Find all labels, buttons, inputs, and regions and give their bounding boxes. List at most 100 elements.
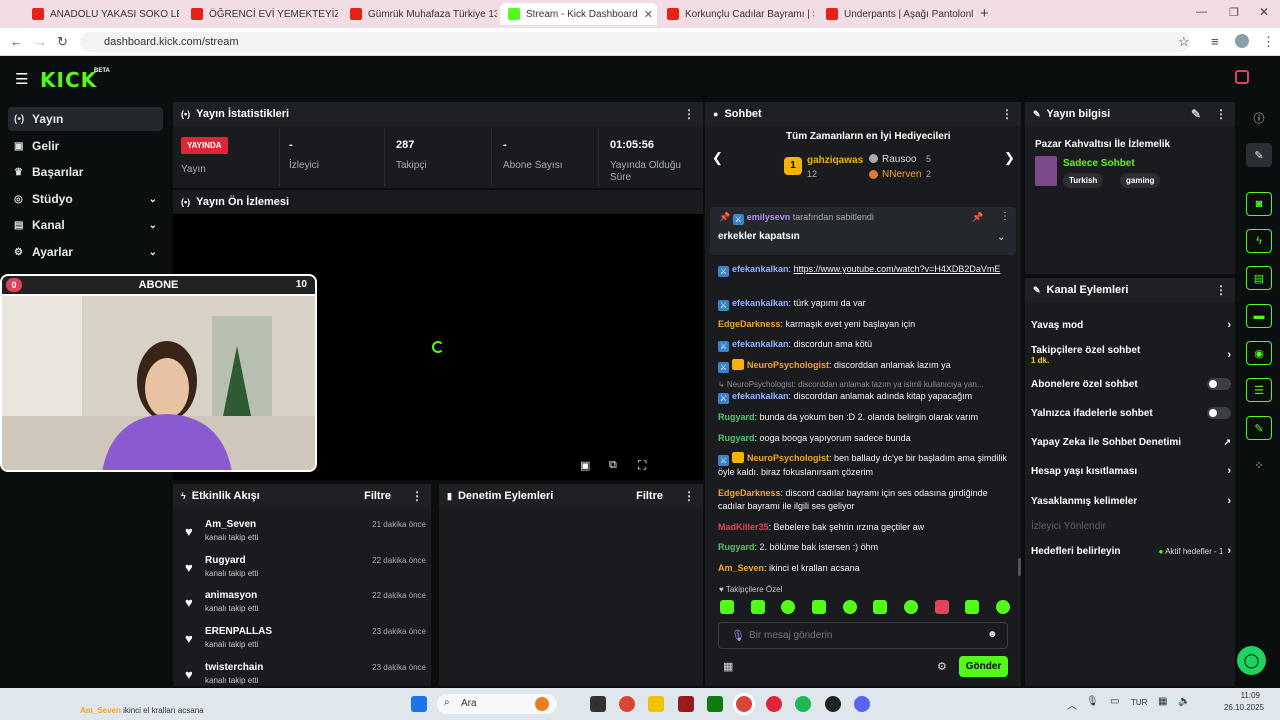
chat-input[interactable]	[749, 627, 979, 644]
browser-menu-icon[interactable]: ⋮	[1262, 34, 1275, 50]
gift-icon[interactable]: ▦	[723, 660, 733, 673]
windows-start-icon[interactable]	[411, 696, 427, 712]
chat-username[interactable]: Rugyard	[718, 433, 755, 443]
pencil-icon[interactable]: ✎	[1246, 143, 1272, 167]
gifter-name[interactable]: NNerven	[882, 169, 921, 180]
action-goals[interactable]: Hedefleri belirleyin ● Aktif hedefler - 1…	[1031, 541, 1231, 561]
emote-icon[interactable]	[781, 600, 796, 614]
browser-tab[interactable]: ÖĞRENCİ EVİ YEMEKTEYİZ 3. Bö✕	[183, 3, 338, 25]
steam-icon[interactable]	[825, 696, 841, 712]
chat-username[interactable]: EdgeDarkness	[718, 319, 781, 329]
help-chat-button[interactable]: ◯	[1237, 646, 1266, 675]
hamburger-menu-icon[interactable]: ☰	[15, 70, 28, 88]
edit-icon[interactable]: ✎	[1191, 107, 1201, 121]
chat-username[interactable]: efekankalkan	[732, 391, 789, 401]
back-icon[interactable]: ←	[10, 34, 23, 49]
new-tab-button[interactable]: +	[980, 5, 989, 22]
more-options-icon[interactable]: ⋮	[1215, 283, 1227, 297]
chrome-icon[interactable]	[619, 696, 635, 712]
close-tab-icon[interactable]: ✕	[638, 8, 653, 21]
emote-icon[interactable]	[873, 600, 888, 614]
chevron-right-icon[interactable]: ❯	[1004, 150, 1015, 166]
url-field[interactable]: dashboard.kick.com/stream	[80, 32, 1190, 52]
chevron-down-icon[interactable]: ⌄	[997, 232, 1005, 243]
action-subscribers-only[interactable]: Abonelere özel sohbet	[1031, 374, 1231, 394]
browser-tab[interactable]: ANADOLU YAKASI SOKO LEZZO✕	[24, 3, 179, 25]
spotify-icon[interactable]	[795, 696, 811, 712]
chrome-active-icon[interactable]	[736, 696, 752, 712]
chat-settings-icon[interactable]: ⚙	[937, 660, 947, 673]
extensions-icon[interactable]: ≡	[1211, 34, 1219, 49]
gifter-name[interactable]: Rausoo	[882, 154, 916, 165]
bookmark-star-icon[interactable]: ☆	[1178, 34, 1190, 50]
browser-tab-active[interactable]: Stream - Kick Dashboard ✕	[500, 3, 657, 25]
chat-username[interactable]: EdgeDarkness	[718, 488, 781, 498]
emote-icon[interactable]	[995, 600, 1010, 614]
more-options-icon[interactable]: ⋮	[683, 107, 695, 121]
wrench-icon[interactable]: ✎	[1246, 416, 1272, 440]
chat-username[interactable]: NeuroPsychologist	[747, 453, 829, 463]
filter-button[interactable]: Filtre	[636, 490, 663, 502]
network-icon[interactable]: ▦	[1158, 696, 1167, 707]
battery-icon[interactable]: ▭	[1110, 696, 1119, 707]
clock-time[interactable]: 11:09	[1220, 691, 1260, 700]
toggle-switch[interactable]	[1207, 407, 1231, 419]
minimize-icon[interactable]: —	[1196, 6, 1207, 18]
chat-username[interactable]: Rugyard	[718, 542, 755, 552]
emote-icon[interactable]	[903, 600, 918, 614]
theater-mode-icon[interactable]: ▣	[580, 459, 590, 472]
send-button[interactable]: Gönder	[959, 656, 1008, 677]
layout-icon[interactable]: ☰	[1246, 378, 1272, 402]
tag-chip[interactable]: gaming	[1120, 173, 1161, 188]
toggle-switch[interactable]	[1207, 378, 1231, 390]
pinned-by-user[interactable]: emilysevn	[747, 212, 791, 222]
browser-tab[interactable]: Korkunçlu Cadılar Bayramı | Sp✕	[659, 3, 814, 25]
nav-item-studyo[interactable]: ◎ Stüdyo ⌄	[8, 187, 163, 211]
kick-logo[interactable]: KICK	[40, 68, 97, 92]
browser-tab[interactable]: Underpants | Aşağı Pantolonlar✕	[818, 3, 973, 25]
nav-item-yayin[interactable]: (•) Yayın	[8, 107, 163, 131]
action-followers-only[interactable]: Takipçilere özel sohbet 1 dk. ›	[1031, 342, 1231, 368]
app-icon[interactable]	[766, 696, 782, 712]
more-options-icon[interactable]: ⋮	[1000, 211, 1010, 222]
file-explorer-icon[interactable]	[648, 696, 664, 712]
task-view-icon[interactable]	[590, 696, 606, 712]
tag-chip[interactable]: Turkish	[1063, 173, 1104, 188]
emote-icon[interactable]	[811, 600, 826, 614]
chat-username[interactable]: Rugyard	[718, 412, 755, 422]
close-window-icon[interactable]: ✕	[1259, 5, 1269, 19]
action-account-age[interactable]: Hesap yaşı kısıtlaması ›	[1031, 461, 1231, 481]
event-user[interactable]: animasyon	[205, 590, 257, 601]
discord-icon[interactable]	[854, 696, 870, 712]
nav-item-gelir[interactable]: ▣ Gelir	[8, 134, 163, 158]
stream-category[interactable]: Sadece Sohbet	[1063, 158, 1135, 169]
chat-link[interactable]: https://www.youtube.com/watch?v=H4XDB2Da…	[794, 264, 1001, 274]
clock-date[interactable]: 26.10.2025	[1212, 703, 1264, 712]
action-ai-moderation[interactable]: Yapay Zeka ile Sohbet Denetimi ↗	[1031, 432, 1231, 452]
document-icon[interactable]: ▤	[1246, 266, 1272, 290]
more-options-icon[interactable]: ⋮	[1215, 107, 1227, 121]
popout-icon[interactable]: ⧉	[609, 459, 617, 472]
emoji-icon[interactable]: ☻	[987, 629, 998, 640]
microphone-icon[interactable]: 🎙	[731, 629, 745, 642]
event-user[interactable]: Am_Seven	[205, 519, 256, 530]
forward-icon[interactable]: →	[34, 34, 47, 49]
more-options-icon[interactable]: ⋮	[411, 489, 423, 503]
reload-icon[interactable]: ↻	[57, 34, 68, 50]
chat-scrollbar[interactable]	[1018, 558, 1021, 576]
event-user[interactable]: ERENPALLAS	[205, 626, 272, 637]
action-banned-words[interactable]: Yasaklanmış kelimeler ›	[1031, 491, 1231, 511]
chat-username[interactable]: NeuroPsychologist	[747, 360, 829, 370]
lightning-icon[interactable]: ϟ	[1246, 229, 1272, 253]
restore-icon[interactable]: ❐	[1229, 6, 1239, 19]
broadcast-icon[interactable]: ◉	[1246, 341, 1272, 365]
filter-button[interactable]: Filtre	[364, 490, 391, 502]
emote-icon[interactable]	[934, 600, 949, 614]
chat-username[interactable]: efekankalkan	[732, 264, 789, 274]
scan-icon[interactable]: ◙	[1246, 192, 1272, 216]
xbox-icon[interactable]	[707, 696, 723, 712]
volume-icon[interactable]: 🔈	[1178, 696, 1190, 707]
chat-username[interactable]: MadKiller35	[718, 522, 769, 532]
event-user[interactable]: Rugyard	[205, 555, 246, 566]
action-emotes-only[interactable]: Yalnızca ifadelerle sohbet	[1031, 403, 1231, 423]
